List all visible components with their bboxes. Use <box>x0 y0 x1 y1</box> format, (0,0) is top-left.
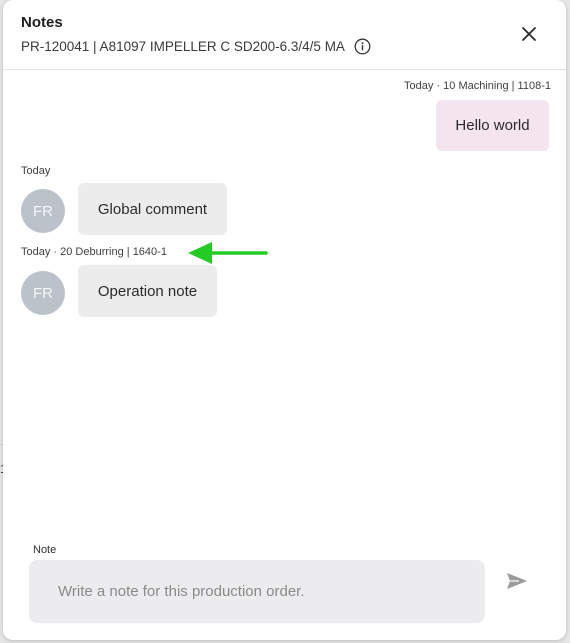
note-label: Note <box>33 544 57 556</box>
send-button[interactable] <box>503 569 531 593</box>
message-bubble-incoming: Operation note <box>78 265 217 317</box>
notes-dialog: Notes PR-120041 | A81097 IMPELLER C SD20… <box>3 0 566 640</box>
close-button[interactable] <box>515 20 543 48</box>
send-icon <box>507 573 527 589</box>
dialog-subtitle-row: PR-120041 | A81097 IMPELLER C SD200-6.3/… <box>21 37 371 55</box>
close-icon <box>522 27 536 41</box>
message-meta: Today <box>21 165 51 177</box>
green-arrow-left-icon <box>188 242 268 264</box>
info-circle-icon[interactable] <box>354 38 371 55</box>
dialog-title: Notes <box>21 14 63 31</box>
message-meta: Today · 10 Machining | 1108-1 <box>404 80 551 92</box>
avatar: FR <box>21 271 65 315</box>
message-bubble-outgoing: Hello world <box>436 100 549 151</box>
dialog-header: Notes PR-120041 | A81097 IMPELLER C SD20… <box>3 0 566 70</box>
message-bubble-incoming: Global comment <box>78 183 227 235</box>
message-meta: Today · 20 Deburring | 1640-1 <box>21 246 167 258</box>
note-input[interactable] <box>29 560 485 623</box>
avatar: FR <box>21 189 65 233</box>
dialog-subtitle: PR-120041 | A81097 IMPELLER C SD200-6.3/… <box>21 38 345 54</box>
